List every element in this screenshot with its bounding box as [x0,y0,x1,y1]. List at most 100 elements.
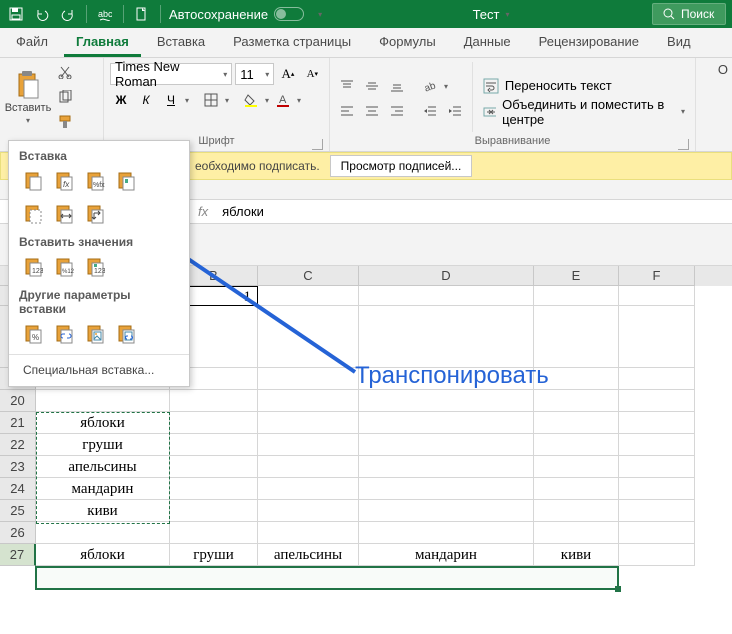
row-header[interactable]: 22 [0,434,36,456]
decrease-font-button[interactable]: A▾ [302,63,323,85]
cell[interactable] [619,544,695,566]
borders-button[interactable] [200,89,222,111]
cell[interactable]: апельсины [258,544,359,566]
decrease-indent-button[interactable] [419,100,441,122]
increase-font-button[interactable]: A▴ [277,63,298,85]
bold-button[interactable]: Ж [110,89,132,111]
cell[interactable] [359,478,534,500]
paste-keep-colwidths-button[interactable] [50,200,77,227]
copy-button[interactable] [54,86,76,108]
cell[interactable] [619,412,695,434]
cell[interactable] [359,500,534,522]
paste-values-numfmt-button[interactable]: %123 [50,253,77,280]
cell[interactable]: груши [36,434,170,456]
cell[interactable] [359,434,534,456]
orientation-button[interactable]: ab [419,75,441,97]
cell[interactable] [170,500,258,522]
cell[interactable] [619,368,695,390]
cell[interactable] [258,434,359,456]
row-header[interactable]: 26 [0,522,36,544]
paste-formulas-numfmt-button[interactable]: %fx [81,167,108,194]
cell[interactable] [534,500,619,522]
row-header[interactable]: 25 [0,500,36,522]
cell[interactable] [258,456,359,478]
undo-icon[interactable] [32,4,52,24]
row-header[interactable]: 20 [0,390,36,412]
cell[interactable] [170,434,258,456]
cell[interactable] [170,412,258,434]
tab-formulas[interactable]: Формулы [367,28,448,57]
cell[interactable] [359,412,534,434]
tab-insert[interactable]: Вставка [145,28,217,57]
italic-button[interactable]: К [135,89,157,111]
save-icon[interactable] [6,4,26,24]
cell[interactable]: мандарин [36,478,170,500]
cell[interactable]: апельсины [36,456,170,478]
paste-picture-button[interactable] [81,320,108,347]
cell[interactable] [258,412,359,434]
cell[interactable] [619,286,695,306]
paste-special-menuitem[interactable]: Специальная вставка... [9,358,189,382]
font-color-button[interactable]: A [272,89,294,111]
cell[interactable] [534,522,619,544]
qat-more-dropdown[interactable]: ▾ [310,4,330,24]
cell[interactable] [619,390,695,412]
paste-link-button[interactable] [50,320,77,347]
paste-no-borders-button[interactable] [19,200,46,227]
underline-button[interactable]: Ч [160,89,182,111]
cell[interactable] [170,478,258,500]
align-middle-button[interactable] [361,75,383,97]
tab-home[interactable]: Главная [64,28,141,57]
cell[interactable]: киви [36,500,170,522]
col-header-E[interactable]: E [534,266,619,286]
tab-review[interactable]: Рецензирование [527,28,651,57]
paste-linked-picture-button[interactable] [112,320,139,347]
cell[interactable] [359,456,534,478]
row-header[interactable]: 27 [0,544,36,566]
cell[interactable] [170,390,258,412]
font-name-select[interactable]: Times New Roman▾ [110,63,232,85]
cell[interactable] [619,434,695,456]
paste-button[interactable]: Вставить ▾ [6,60,50,134]
tab-pagelayout[interactable]: Разметка страницы [221,28,363,57]
cell[interactable]: груши [170,544,258,566]
cell[interactable] [258,500,359,522]
paste-all-button[interactable] [19,167,46,194]
cell[interactable] [258,390,359,412]
cell[interactable] [534,306,619,368]
cell[interactable] [258,478,359,500]
view-signatures-button[interactable]: Просмотр подписей... [330,155,473,177]
search-box[interactable]: Поиск [652,3,726,25]
redo-icon[interactable] [58,4,78,24]
paste-values-sourcefmt-button[interactable]: 123 [81,253,108,280]
tab-file[interactable]: Файл [4,28,60,57]
font-size-select[interactable]: 11▾ [235,63,274,85]
increase-indent-button[interactable] [444,100,466,122]
cell[interactable] [170,522,258,544]
fill-dropdown[interactable]: ▾ [265,96,269,105]
toggle-off-icon[interactable] [274,7,304,21]
cell[interactable] [534,412,619,434]
orientation-dropdown[interactable]: ▾ [444,82,448,91]
cell[interactable]: яблоки [36,412,170,434]
format-painter-button[interactable] [54,111,76,133]
cell[interactable]: яблоки [36,544,170,566]
cell[interactable] [36,522,170,544]
merge-center-button[interactable]: Объединить и поместить в центре ▾ [479,101,689,123]
row-header[interactable]: 24 [0,478,36,500]
align-left-button[interactable] [336,100,358,122]
cell[interactable] [534,478,619,500]
cell[interactable] [36,390,170,412]
underline-dropdown[interactable]: ▾ [185,96,189,105]
newfile-icon[interactable] [132,4,152,24]
cell[interactable] [619,456,695,478]
align-top-button[interactable] [336,75,358,97]
cell[interactable]: мандарин [359,544,534,566]
row-header[interactable]: 23 [0,456,36,478]
tab-data[interactable]: Данные [452,28,523,57]
tab-view[interactable]: Вид [655,28,703,57]
cell[interactable] [619,478,695,500]
paste-formulas-button[interactable]: fx [50,167,77,194]
autosave-toggle[interactable]: Автосохранение [169,7,304,22]
cell[interactable] [170,456,258,478]
